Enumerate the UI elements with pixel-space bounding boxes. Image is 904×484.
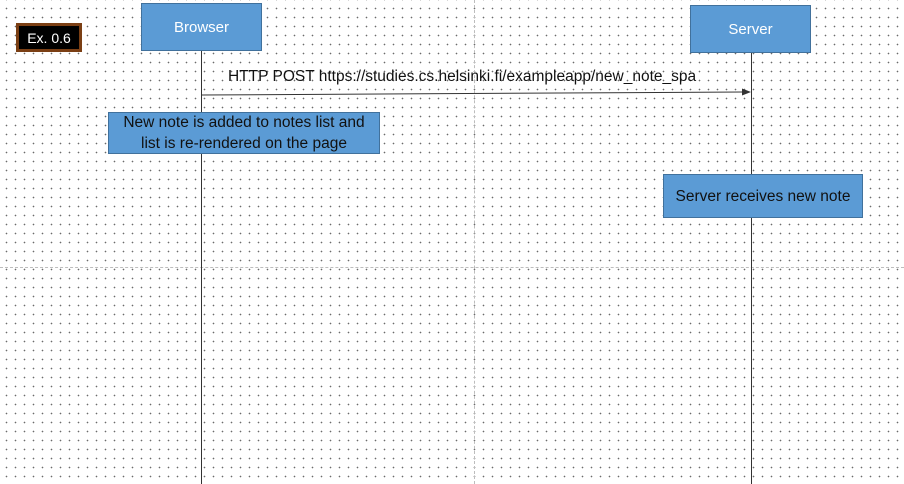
server-note-label: Server receives new note [675, 187, 851, 205]
browser-note-line-2: list is re-rendered on the page [141, 135, 347, 152]
server-note-box[interactable]: Server receives new note [663, 174, 863, 218]
browser-note-box[interactable]: New note is added to notes list and list… [108, 112, 380, 154]
message-arrow[interactable] [0, 0, 904, 484]
browser-note-line-1: New note is added to notes list and [123, 114, 365, 131]
